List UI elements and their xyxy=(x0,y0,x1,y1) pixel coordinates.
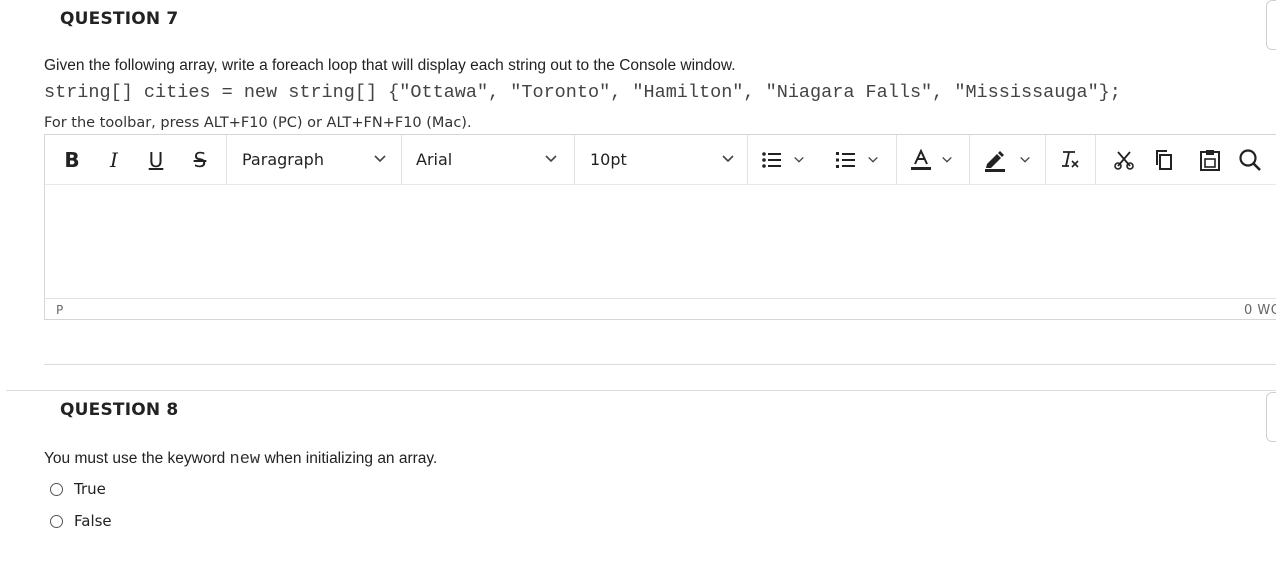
option-true[interactable]: True xyxy=(50,480,106,498)
question-8-prompt-end: when initializing an array. xyxy=(260,450,438,467)
strikethrough-button[interactable]: S xyxy=(185,135,215,184)
editor-content-area[interactable] xyxy=(45,185,1276,297)
font-size-select[interactable]: 10pt xyxy=(575,135,747,184)
question-7-code: string[] cities = new string[] {"Ottawa"… xyxy=(44,82,1121,103)
word-count[interactable]: 0 WO xyxy=(1244,303,1276,318)
divider xyxy=(44,364,1276,365)
editor-toolbar: B I U S Paragraph Arial 10pt xyxy=(45,135,1276,185)
block-format-select[interactable]: Paragraph xyxy=(227,135,401,184)
cut-icon xyxy=(1114,150,1134,170)
question-8-title: QUESTION 8 xyxy=(60,400,179,420)
divider xyxy=(6,390,1276,391)
bullet-list-button[interactable] xyxy=(761,135,817,184)
cut-button[interactable] xyxy=(1109,135,1139,184)
copy-button[interactable] xyxy=(1149,135,1179,184)
highlight-icon xyxy=(985,150,1005,172)
numbered-list-button[interactable] xyxy=(835,135,891,184)
radio-false[interactable] xyxy=(50,514,63,528)
toolbar-divider xyxy=(1045,135,1046,184)
italic-button[interactable]: I xyxy=(99,135,129,184)
toolbar-divider xyxy=(1095,135,1096,184)
font-family-select[interactable]: Arial xyxy=(402,135,574,184)
answer-editor: B I U S Paragraph Arial 10pt P 0 W xyxy=(44,134,1276,320)
editor-statusbar: P 0 WO xyxy=(45,298,1276,321)
chevron-down-icon xyxy=(545,155,557,163)
question-7-prompt: Given the following array, write a forea… xyxy=(44,57,736,74)
find-replace-button[interactable] xyxy=(1235,135,1265,184)
search-icon xyxy=(1239,148,1261,171)
highlight-color-button[interactable] xyxy=(983,135,1043,184)
chevron-down-icon xyxy=(374,155,386,163)
paste-icon xyxy=(1200,149,1220,171)
chevron-down-icon xyxy=(868,156,878,163)
question-8-prompt: You must use the keyword new when initia… xyxy=(44,450,437,469)
chevron-down-icon xyxy=(722,155,734,163)
keyword-new: new xyxy=(229,450,261,469)
bold-button[interactable]: B xyxy=(57,135,87,184)
clear-formatting-button[interactable] xyxy=(1055,135,1085,184)
font-size-value: 10pt xyxy=(590,150,627,169)
question-8-prompt-start: You must use the keyword xyxy=(44,450,230,467)
chevron-down-icon xyxy=(1020,156,1030,163)
block-format-value: Paragraph xyxy=(242,150,324,169)
chevron-down-icon xyxy=(794,156,804,163)
font-family-value: Arial xyxy=(416,150,453,169)
toolbar-hint: For the toolbar, press ALT+F10 (PC) or A… xyxy=(44,115,472,131)
text-color-button[interactable] xyxy=(909,135,965,184)
panel-edge xyxy=(1266,392,1276,442)
option-false-label: False xyxy=(74,512,112,530)
text-color-icon xyxy=(911,148,931,170)
copy-icon xyxy=(1156,149,1172,170)
paste-button[interactable] xyxy=(1195,135,1225,184)
underline-button[interactable]: U xyxy=(141,135,171,184)
numbered-list-icon xyxy=(836,151,855,168)
clear-formatting-icon xyxy=(1062,150,1079,168)
toolbar-divider xyxy=(747,135,748,184)
bullet-list-icon xyxy=(762,151,781,168)
question-7-title: QUESTION 7 xyxy=(60,9,179,29)
chevron-down-icon xyxy=(942,156,952,163)
option-false[interactable]: False xyxy=(50,512,112,530)
option-true-label: True xyxy=(74,480,106,498)
radio-true[interactable] xyxy=(50,482,63,496)
toolbar-divider xyxy=(896,135,897,184)
panel-edge xyxy=(1266,0,1276,50)
toolbar-divider xyxy=(969,135,970,184)
element-path[interactable]: P xyxy=(56,303,63,317)
